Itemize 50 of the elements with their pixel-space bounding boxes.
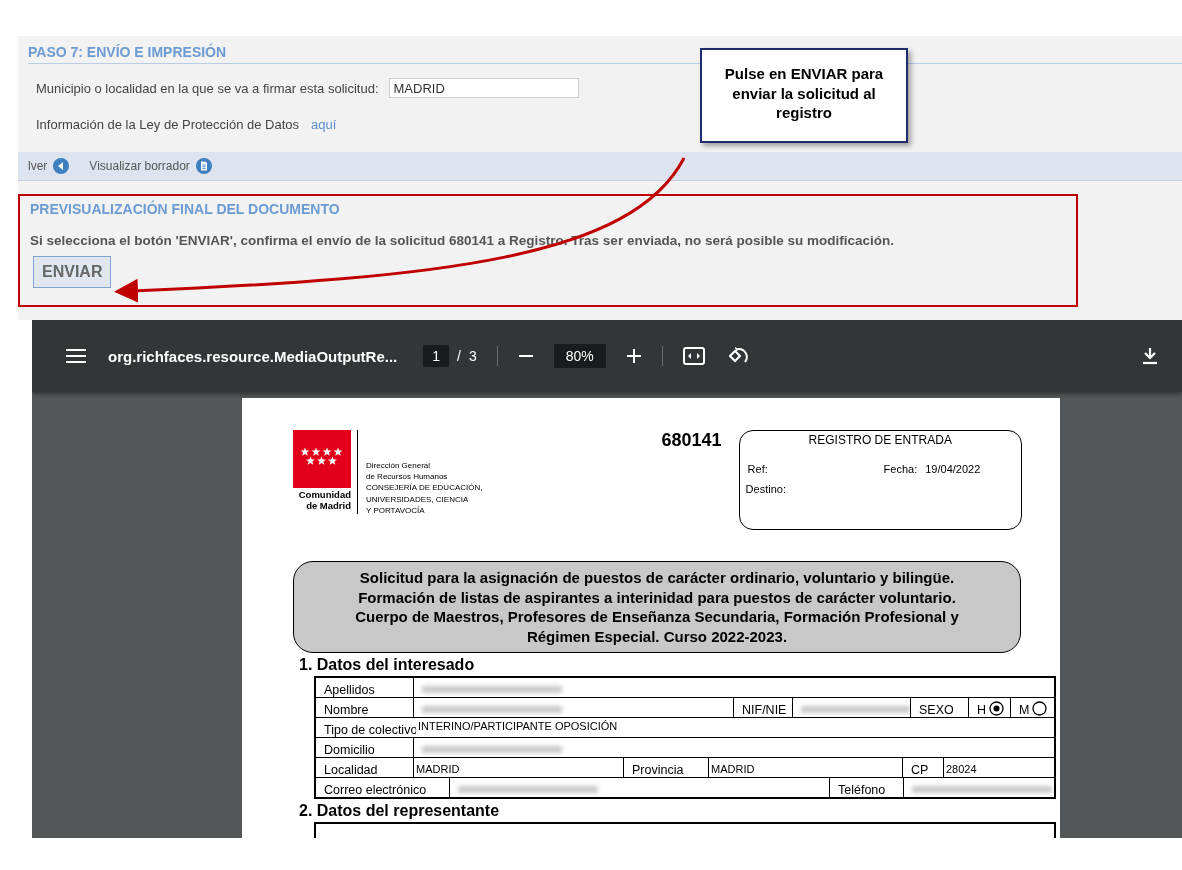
field-value: 28024: [943, 758, 1054, 777]
fit-page-icon[interactable]: [682, 347, 705, 365]
field-label: Provincia: [623, 758, 708, 777]
section-heading: 2. Datos del representante: [299, 802, 501, 820]
action-link[interactable]: Visualizar borrador: [89, 159, 190, 173]
callout-box: Pulse en ENVIAR para enviar la solicitud al registro: [700, 48, 908, 143]
field-label: SEXO: [910, 698, 968, 717]
field-label: Fecha:: [883, 463, 918, 475]
zoom-field[interactable]: 80%: [553, 344, 606, 368]
page-count: 3: [468, 348, 477, 364]
zoom-in-icon[interactable]: [625, 348, 642, 364]
field-label: Domicilio: [323, 742, 376, 757]
section-heading: 1. Datos del interesado: [299, 656, 476, 674]
send-button[interactable]: ENVIAR: [33, 256, 112, 288]
field-value: MADRID: [413, 758, 623, 777]
section-heading: PREVISUALIZACIÓN FINAL DEL DOCUMENTO: [30, 201, 340, 217]
field-label: Municipio o localidad en la que se va a firmar esta solicitud:: [36, 80, 379, 96]
document-title: Solicitud para la asignación de puestos de carácter ordinario, voluntario y bilingüe. Formación de listas de aspirantes a interinidad para puestos de carácter voluntario. Cuerpo de Maestros, Profesores de Enseñanza Secundaria, Formación Profesional y Régimen Especial. Curso 2022-2023.: [293, 561, 1021, 653]
field-label: Localidad: [323, 762, 379, 777]
request-number: 680141: [661, 430, 722, 451]
file-name: org.richfaces.resource.MediaOutputRe...: [108, 347, 398, 365]
field-label: Nombre: [323, 702, 370, 717]
download-icon[interactable]: [1142, 347, 1158, 365]
field-label: Tipo de colectivo: [323, 722, 416, 737]
stamp-title: REGISTRO DE ENTRADA: [807, 433, 953, 447]
back-icon[interactable]: [53, 158, 70, 174]
page-separator: /: [457, 348, 461, 364]
radio-button[interactable]: [989, 701, 1005, 716]
field-label: H: [977, 703, 987, 717]
field-value: 19/04/2022: [925, 463, 981, 475]
menu-icon[interactable]: [66, 348, 86, 364]
field-label: CP: [902, 758, 943, 777]
action-link[interactable]: lver: [28, 159, 48, 173]
coat-of-arms-icon: [293, 430, 351, 488]
field-label: Teléfono: [829, 778, 903, 797]
radio-button[interactable]: [1032, 701, 1048, 716]
field-label: Apellidos: [323, 682, 376, 697]
logo-text: Comunidad de Madrid: [298, 490, 351, 512]
field-value: INTERINO/PARTICIPANTE OPOSICIÓN: [417, 719, 619, 734]
field-label: Destino:: [745, 483, 787, 495]
field-label: Información de la Ley de Protección de Datos: [36, 117, 300, 132]
field-label: M: [1019, 703, 1030, 717]
document-icon[interactable]: [195, 158, 212, 174]
organization-text: Dirección General de Recursos Humanos CONSEJERÍA DE EDUCACIÓN, UNIVERSIDADES, CIENCIA Y PORTAVOCÍA: [366, 460, 484, 516]
field-value: MADRID: [708, 758, 902, 777]
page-number-field[interactable]: 1: [423, 345, 450, 367]
municipality-input[interactable]: MADRID: [388, 78, 579, 98]
field-label: Ref:: [746, 463, 769, 475]
field-label: Correo electrónico: [323, 782, 428, 797]
field-label: NIF/NIE: [733, 698, 792, 717]
